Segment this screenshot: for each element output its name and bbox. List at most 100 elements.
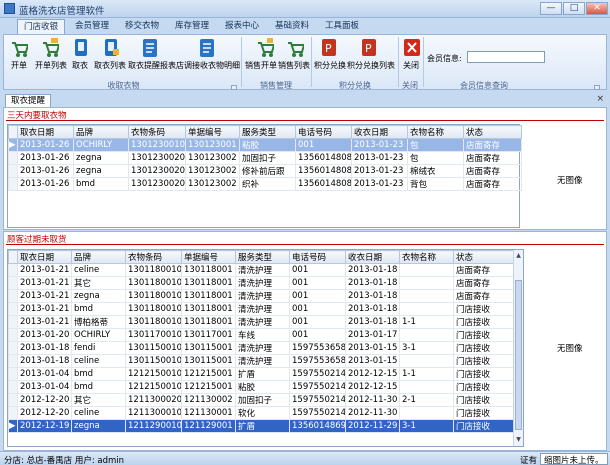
row-header[interactable]: [8, 151, 18, 165]
points-list-button[interactable]: P: [360, 37, 378, 59]
row-header[interactable]: ▶: [8, 138, 18, 152]
table-row[interactable]: 2012-12-20其它12113000201121130002加固扣子1597…: [8, 393, 514, 407]
table-cell: bmd: [71, 367, 126, 381]
open-order-button[interactable]: [10, 37, 30, 59]
table-row[interactable]: 2013-01-26 zegna 13012300201 130123002 加固扣子 1…: [8, 151, 522, 165]
open-order-list-button[interactable]: [41, 37, 61, 59]
row-header[interactable]: [8, 302, 18, 316]
table-row[interactable]: 2013-01-21bmd13011800102130118001清洗护理001…: [8, 302, 514, 316]
column-header[interactable]: 服务类型: [235, 250, 290, 264]
table-row[interactable]: 2013-01-18fendi13011500102130115001清洗护理1…: [8, 341, 514, 355]
column-header[interactable]: 状态: [453, 250, 514, 264]
table-cell: 12121500102: [125, 367, 182, 381]
tab-member[interactable]: 会员管理: [68, 19, 116, 34]
table-row[interactable]: 2013-01-04bmd12121500101121215001粘胶15975…: [8, 380, 514, 394]
column-header[interactable]: 电话号码: [295, 125, 352, 139]
table-cell: 130118001: [181, 276, 236, 290]
table-row[interactable]: 2013-01-04bmd12121500102121215001扩盾15975…: [8, 367, 514, 381]
table-row[interactable]: 2013-01-20OCHIRLY13011700101130117001车线0…: [8, 328, 514, 342]
column-header[interactable]: 收衣日期: [345, 250, 400, 264]
table-cell: 130123002: [185, 177, 240, 191]
status-store-user: 分店: 总店-番禺店 用户: admin: [4, 456, 125, 465]
column-header[interactable]: 取衣日期: [17, 250, 72, 264]
row-header[interactable]: [8, 263, 18, 277]
points-exchange-button[interactable]: P: [320, 37, 338, 59]
pickup-list-button[interactable]: [102, 37, 120, 59]
row-header[interactable]: [8, 328, 18, 342]
row-header[interactable]: [8, 164, 18, 178]
sale-order-button[interactable]: [256, 37, 276, 59]
tab-close-icon[interactable]: ×: [596, 94, 604, 104]
table-row[interactable]: ▶ 2013-01-26 OCHIRLY 13012300101 130123001 粘胶…: [8, 138, 522, 152]
row-header[interactable]: [8, 367, 18, 381]
row-header[interactable]: [8, 354, 18, 368]
table-row[interactable]: 2013-01-21博柏格蒂13011800101130118001清洗护理00…: [8, 315, 514, 329]
vertical-scrollbar[interactable]: ▲ ▼: [513, 250, 523, 446]
row-header[interactable]: [8, 380, 18, 394]
tab-inventory[interactable]: 库存管理: [168, 19, 216, 34]
column-header[interactable]: 取衣日期: [17, 125, 74, 139]
scroll-up-icon[interactable]: ▲: [515, 252, 522, 259]
table-cell: 15975502148: [289, 393, 346, 407]
maximize-button[interactable]: □: [563, 2, 585, 15]
table-cell: 2013-01-18: [345, 315, 400, 329]
column-header[interactable]: 品牌: [71, 250, 126, 264]
table-cell: 2012-12-15: [345, 367, 400, 381]
transfer-detail-button[interactable]: [198, 37, 216, 59]
table-cell: 博柏格蒂: [71, 315, 126, 329]
scroll-down-icon[interactable]: ▼: [515, 436, 522, 443]
sale-list-label: 销售列表: [278, 61, 310, 70]
row-header[interactable]: [8, 276, 18, 290]
table-row[interactable]: 2013-01-18celine13011500101130115001清洗护理…: [8, 354, 514, 368]
row-header[interactable]: [8, 177, 18, 191]
column-header[interactable]: 电话号码: [289, 250, 346, 264]
column-header[interactable]: 状态: [463, 125, 522, 139]
table-row[interactable]: 2013-01-21celine13011800105130118001清洗护理…: [8, 263, 514, 277]
row-header[interactable]: [8, 393, 18, 407]
table-cell: 2013-01-26: [17, 177, 74, 191]
table-cell: 门店接收: [453, 393, 514, 407]
column-header[interactable]: 衣物名称: [399, 250, 454, 264]
column-header[interactable]: 品牌: [73, 125, 129, 139]
table-cell: 门店接收: [453, 354, 514, 368]
table-row[interactable]: 2013-01-26 zegna 13012300202 130123002 修补前后跟…: [8, 164, 522, 178]
row-header[interactable]: ▶: [8, 419, 18, 433]
scroll-thumb[interactable]: [515, 280, 522, 430]
tab-basic-data[interactable]: 基础资料: [268, 19, 316, 34]
close-window-button[interactable]: ✕: [586, 2, 608, 15]
table-row[interactable]: 2013-01-26 bmd 13012300203 130123002 织补 13560…: [8, 177, 522, 191]
pickup-button[interactable]: [72, 37, 90, 59]
table-row[interactable]: 2013-01-21zegna13011800103130118001清洗护理0…: [8, 289, 514, 303]
tab-tools[interactable]: 工具面板: [318, 19, 366, 34]
column-header[interactable]: 衣物名称: [407, 125, 464, 139]
table-cell: 2013-01-20: [17, 328, 72, 342]
status-message-a: 证有: [520, 456, 538, 465]
minimize-button[interactable]: —: [540, 2, 562, 15]
column-header[interactable]: 服务类型: [239, 125, 296, 139]
table-row[interactable]: 2012-12-20celine12113000101121130001软化15…: [8, 406, 514, 420]
member-info-input[interactable]: [467, 51, 545, 63]
pickup-report-button[interactable]: [141, 37, 159, 59]
column-header[interactable]: 衣物条码: [128, 125, 186, 139]
table-row[interactable]: ▶2012-12-19zegna12112900101121129001扩盾13…: [8, 419, 514, 433]
column-header[interactable]: 收衣日期: [351, 125, 408, 139]
table-cell: 2012-12-19: [17, 419, 72, 433]
tab-store-cashier[interactable]: 门店收银: [17, 19, 65, 34]
table-row[interactable]: 2013-01-21其它13011800104130118001清洗护理0012…: [8, 276, 514, 290]
row-header[interactable]: [8, 341, 18, 355]
tab-pickup-reminder[interactable]: 取衣提醒: [5, 94, 52, 107]
column-header[interactable]: 衣物条码: [125, 250, 182, 264]
row-header[interactable]: [8, 406, 18, 420]
column-header[interactable]: 单据编号: [185, 125, 240, 139]
close-button[interactable]: [403, 37, 421, 59]
row-header[interactable]: [8, 315, 18, 329]
points-icon: P: [322, 39, 336, 56]
column-header[interactable]: 单据编号: [181, 250, 236, 264]
table-cell: 织补: [239, 177, 296, 191]
sale-list-button[interactable]: [286, 37, 306, 59]
group-expand-button[interactable]: [594, 85, 600, 90]
group-expand-button[interactable]: [231, 85, 237, 90]
tab-transfer[interactable]: 移交衣物: [118, 19, 166, 34]
row-header[interactable]: [8, 289, 18, 303]
tab-reports[interactable]: 报表中心: [218, 19, 266, 34]
